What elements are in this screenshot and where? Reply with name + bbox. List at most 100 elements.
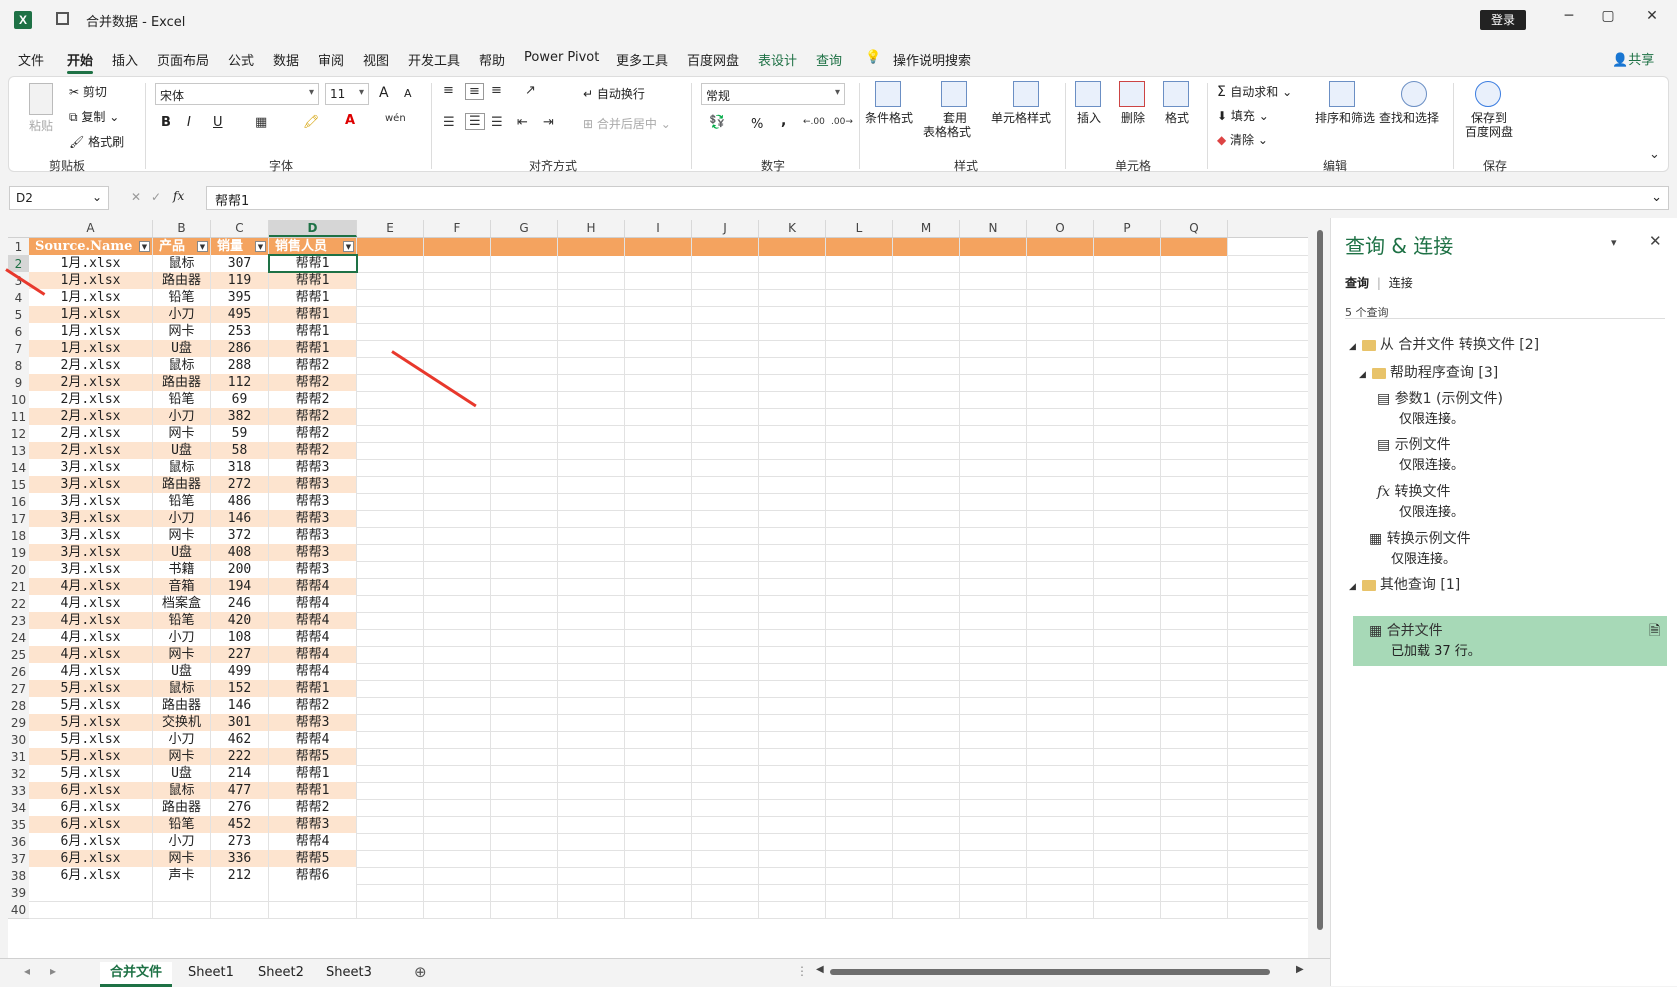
wrap-text-button[interactable]: ↵ 自动换行 — [583, 85, 645, 102]
cell[interactable] — [491, 561, 558, 579]
cell[interactable] — [625, 731, 692, 749]
row-header[interactable]: 33 — [8, 782, 29, 800]
cell[interactable] — [357, 391, 424, 409]
query-item-transform-sample[interactable]: ▦ 转换示例文件 — [1369, 528, 1471, 548]
cell[interactable] — [826, 782, 893, 800]
cell[interactable]: 288 — [211, 357, 269, 375]
cell[interactable] — [1027, 748, 1094, 766]
percent-button[interactable]: % — [751, 117, 763, 132]
query-group-from-combine[interactable]: ◢ 从 合并文件 转换文件 [2] — [1349, 334, 1539, 354]
cell[interactable] — [893, 493, 960, 511]
cell[interactable] — [1027, 833, 1094, 851]
cell[interactable] — [759, 238, 826, 256]
cell[interactable] — [692, 901, 759, 919]
cell[interactable] — [759, 255, 826, 273]
cell[interactable] — [424, 782, 491, 800]
cell[interactable]: 214 — [211, 765, 269, 783]
cell[interactable] — [960, 493, 1027, 511]
cell[interactable] — [625, 833, 692, 851]
cell[interactable] — [826, 901, 893, 919]
column-header-n[interactable]: N — [960, 220, 1027, 237]
cell[interactable] — [357, 765, 424, 783]
cell[interactable] — [1161, 646, 1228, 664]
cell[interactable] — [625, 289, 692, 307]
cell[interactable] — [1027, 680, 1094, 698]
align-left-icon[interactable]: ☰ — [443, 115, 455, 130]
cell[interactable] — [491, 850, 558, 868]
cell[interactable] — [1161, 697, 1228, 715]
cell[interactable] — [1161, 714, 1228, 732]
cell[interactable] — [424, 561, 491, 579]
cell[interactable] — [1027, 476, 1094, 494]
cell[interactable] — [692, 884, 759, 902]
row-header[interactable]: 38 — [8, 867, 29, 885]
cell[interactable] — [424, 748, 491, 766]
cell[interactable] — [1094, 340, 1161, 358]
cell[interactable] — [424, 612, 491, 630]
cell[interactable] — [826, 544, 893, 562]
row-header[interactable]: 25 — [8, 646, 29, 664]
cell[interactable] — [491, 782, 558, 800]
cell[interactable] — [1094, 663, 1161, 681]
cell[interactable] — [960, 884, 1027, 902]
cell[interactable]: 帮帮1 — [269, 782, 357, 800]
cell[interactable] — [1161, 527, 1228, 545]
add-sheet-icon[interactable]: ⊕ — [414, 963, 427, 981]
cell[interactable] — [960, 629, 1027, 647]
cell[interactable] — [424, 850, 491, 868]
cell[interactable] — [759, 442, 826, 460]
font-color-icon[interactable]: A — [345, 113, 355, 128]
cell[interactable] — [960, 255, 1027, 273]
cell[interactable] — [357, 459, 424, 477]
insert-cells-icon[interactable] — [1075, 81, 1101, 107]
cell[interactable] — [1027, 425, 1094, 443]
cell[interactable] — [1094, 782, 1161, 800]
cell[interactable] — [759, 391, 826, 409]
cell[interactable] — [893, 799, 960, 817]
cell[interactable]: 路由器 — [153, 799, 211, 817]
cell[interactable] — [1094, 527, 1161, 545]
cell[interactable] — [1094, 272, 1161, 290]
cell[interactable] — [759, 867, 826, 885]
cell[interactable] — [558, 799, 625, 817]
cell[interactable] — [1094, 697, 1161, 715]
cell[interactable] — [625, 901, 692, 919]
cell[interactable] — [1027, 289, 1094, 307]
cell[interactable] — [1027, 816, 1094, 834]
cell[interactable] — [625, 714, 692, 732]
cell[interactable] — [424, 867, 491, 885]
cell[interactable] — [625, 459, 692, 477]
cell[interactable] — [759, 323, 826, 341]
cell[interactable] — [893, 646, 960, 664]
cell[interactable] — [960, 459, 1027, 477]
cell[interactable] — [558, 289, 625, 307]
cell[interactable] — [491, 408, 558, 426]
paste-icon[interactable] — [29, 83, 53, 115]
cell[interactable] — [491, 680, 558, 698]
cell[interactable]: 5月.xlsx — [29, 697, 153, 715]
cell[interactable] — [893, 901, 960, 919]
grow-font-button[interactable]: A — [379, 85, 389, 101]
cell[interactable]: 帮帮3 — [269, 476, 357, 494]
cell[interactable] — [1161, 442, 1228, 460]
cell[interactable] — [759, 799, 826, 817]
cell[interactable] — [826, 374, 893, 392]
cell[interactable] — [1161, 544, 1228, 562]
cell[interactable] — [1161, 612, 1228, 630]
cell[interactable]: 帮帮4 — [269, 595, 357, 613]
cell[interactable]: 帮帮6 — [269, 867, 357, 885]
cell[interactable] — [491, 442, 558, 460]
cell[interactable]: 3月.xlsx — [29, 493, 153, 511]
cell[interactable]: 1月.xlsx — [29, 255, 153, 273]
cell[interactable] — [357, 731, 424, 749]
cell[interactable] — [1027, 459, 1094, 477]
cell[interactable] — [491, 493, 558, 511]
cell[interactable]: 276 — [211, 799, 269, 817]
cell[interactable] — [893, 731, 960, 749]
table-header-cell[interactable]: 销售人员 ▼ — [269, 238, 357, 256]
cell[interactable] — [491, 867, 558, 885]
font-size-dropdown[interactable]: 11 ▾ — [325, 83, 369, 105]
copy-button[interactable]: ⧉ 复制 ⌄ — [69, 108, 119, 125]
cell[interactable] — [424, 697, 491, 715]
cell[interactable] — [759, 901, 826, 919]
